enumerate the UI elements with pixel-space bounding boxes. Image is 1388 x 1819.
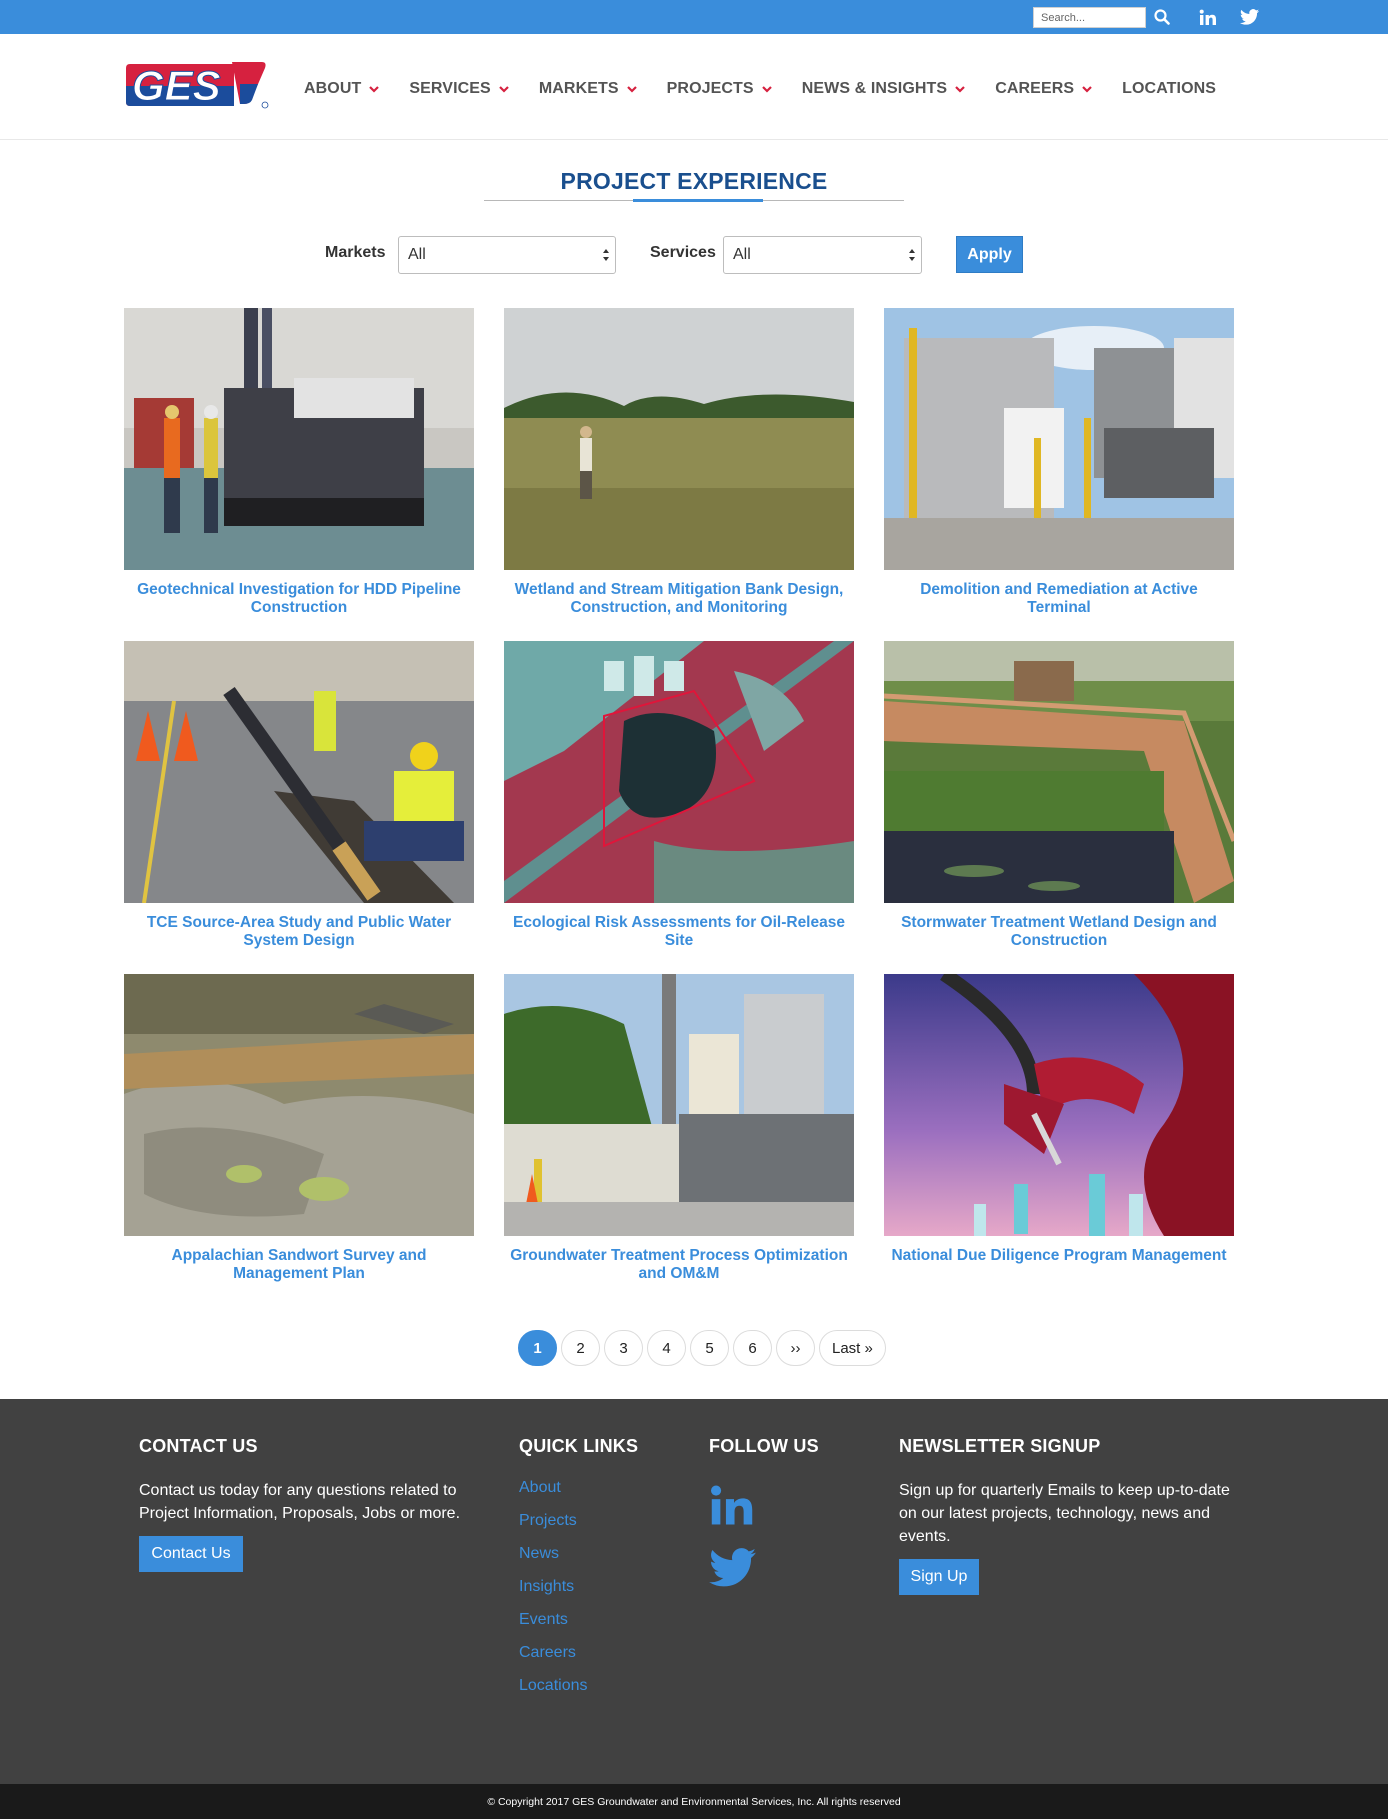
linkedin-icon[interactable]	[1196, 5, 1220, 29]
copyright-bar: © Copyright 2017 GES Groundwater and Env…	[0, 1784, 1388, 1819]
site-header: GES ABOUT SERVICES MARKETS PROJECTS NEWS…	[0, 34, 1388, 140]
project-title[interactable]: Appalachian Sandwort Survey and Manageme…	[124, 1247, 474, 1283]
chevron-down-icon	[499, 85, 509, 93]
footer-link-insights[interactable]: Insights	[519, 1578, 588, 1611]
nav-about[interactable]: ABOUT	[304, 80, 380, 98]
chevron-down-icon	[369, 85, 380, 93]
footer-link-careers[interactable]: Careers	[519, 1644, 588, 1677]
page-6-button[interactable]: 6	[733, 1330, 772, 1366]
page-1-button[interactable]: 1	[518, 1330, 557, 1366]
footer-link-locations[interactable]: Locations	[519, 1677, 588, 1710]
chevron-down-icon	[761, 85, 772, 93]
utility-bar	[0, 0, 1388, 34]
nav-careers[interactable]: CAREERS	[995, 80, 1092, 98]
project-title[interactable]: TCE Source-Area Study and Public Water S…	[124, 914, 474, 950]
nav-news-insights[interactable]: NEWS & INSIGHTS	[802, 80, 966, 98]
linkedin-icon[interactable]	[709, 1484, 755, 1527]
search-icon[interactable]	[1150, 5, 1174, 29]
project-card[interactable]: Wetland and Stream Mitigation Bank Desig…	[504, 308, 854, 617]
chevron-down-icon	[1082, 85, 1092, 93]
project-title[interactable]: National Due Diligence Program Managemen…	[884, 1247, 1234, 1265]
services-select-value: All	[733, 246, 751, 263]
select-arrows-icon	[909, 249, 915, 261]
project-card[interactable]: Stormwater Treatment Wetland Design and …	[884, 641, 1234, 950]
apply-button[interactable]: Apply	[956, 236, 1023, 273]
project-title[interactable]: Demolition and Remediation at Active Ter…	[884, 581, 1234, 617]
nav-locations[interactable]: LOCATIONS	[1122, 80, 1216, 98]
page-5-button[interactable]: 5	[690, 1330, 729, 1366]
pagination: 1 2 3 4 5 6 ›› Last »	[518, 1330, 886, 1366]
quick-links-list: About Projects News Insights Events Care…	[519, 1479, 588, 1710]
main-nav: ABOUT SERVICES MARKETS PROJECTS NEWS & I…	[304, 80, 1246, 98]
footer-link-about[interactable]: About	[519, 1479, 588, 1512]
contact-us-button[interactable]: Contact Us	[139, 1536, 243, 1572]
project-image-treatment-system[interactable]	[504, 974, 854, 1236]
footer-link-events[interactable]: Events	[519, 1611, 588, 1644]
footer-link-projects[interactable]: Projects	[519, 1512, 588, 1545]
project-card[interactable]: TCE Source-Area Study and Public Water S…	[124, 641, 474, 950]
project-image-fuel-nozzle[interactable]	[884, 974, 1234, 1236]
page-title: PROJECT EXPERIENCE	[560, 168, 828, 194]
follow-us-heading: FOLLOW US	[709, 1436, 819, 1456]
nav-services[interactable]: SERVICES	[409, 80, 509, 98]
contact-text: Contact us today for any questions relat…	[139, 1482, 461, 1522]
chevron-down-icon	[955, 85, 965, 93]
chevron-down-icon	[626, 85, 637, 93]
markets-select-value: All	[408, 246, 426, 263]
contact-heading: CONTACT US	[139, 1436, 258, 1456]
markets-select[interactable]: All	[398, 236, 616, 274]
copyright-text: © Copyright 2017 GES Groundwater and Env…	[487, 1795, 901, 1808]
project-card[interactable]: Groundwater Treatment Process Optimizati…	[504, 974, 854, 1283]
project-title[interactable]: Groundwater Treatment Process Optimizati…	[504, 1247, 854, 1283]
quick-links-heading: QUICK LINKS	[519, 1436, 639, 1456]
title-accent-bar	[633, 199, 763, 202]
project-card[interactable]: Demolition and Remediation at Active Ter…	[884, 308, 1234, 617]
twitter-icon[interactable]	[709, 1548, 756, 1587]
page-2-button[interactable]: 2	[561, 1330, 600, 1366]
search-input[interactable]	[1033, 7, 1146, 28]
project-card[interactable]: Geotechnical Investigation for HDD Pipel…	[124, 308, 474, 617]
project-image-rock-outcrop[interactable]	[124, 974, 474, 1236]
footer-link-news[interactable]: News	[519, 1545, 588, 1578]
logo-text: GES	[132, 62, 221, 109]
project-card[interactable]: Appalachian Sandwort Survey and Manageme…	[124, 974, 474, 1283]
project-image-wetland-field[interactable]	[504, 308, 854, 570]
project-card[interactable]: Ecological Risk Assessments for Oil-Rele…	[504, 641, 854, 950]
project-card[interactable]: National Due Diligence Program Managemen…	[884, 974, 1234, 1265]
select-arrows-icon	[603, 249, 609, 261]
project-title[interactable]: Wetland and Stream Mitigation Bank Desig…	[504, 581, 854, 617]
site-footer: CONTACT US Contact us today for any ques…	[0, 1399, 1388, 1784]
nav-projects[interactable]: PROJECTS	[667, 80, 772, 98]
services-select[interactable]: All	[723, 236, 922, 274]
page-3-button[interactable]: 3	[604, 1330, 643, 1366]
project-image-remediation-equipment[interactable]	[884, 308, 1234, 570]
project-title[interactable]: Geotechnical Investigation for HDD Pipel…	[124, 581, 474, 617]
twitter-icon[interactable]	[1237, 5, 1261, 29]
project-image-aerial-infrared[interactable]	[504, 641, 854, 903]
ges-logo[interactable]: GES	[124, 60, 270, 110]
services-filter-label: Services	[650, 244, 716, 261]
nav-markets[interactable]: MARKETS	[539, 80, 637, 98]
project-title[interactable]: Ecological Risk Assessments for Oil-Rele…	[504, 914, 854, 950]
newsletter-text: Sign up for quarterly Emails to keep up-…	[899, 1482, 1230, 1545]
page-4-button[interactable]: 4	[647, 1330, 686, 1366]
project-title[interactable]: Stormwater Treatment Wetland Design and …	[884, 914, 1234, 950]
next-page-button[interactable]: ››	[776, 1330, 815, 1366]
last-page-button[interactable]: Last »	[819, 1330, 886, 1366]
markets-filter-label: Markets	[325, 244, 386, 261]
project-image-water-pipe-install[interactable]	[124, 641, 474, 903]
project-image-drilling-rig[interactable]	[124, 308, 474, 570]
sign-up-button[interactable]: Sign Up	[899, 1559, 979, 1595]
project-image-boardwalk-wetland[interactable]	[884, 641, 1234, 903]
newsletter-heading: NEWSLETTER SIGNUP	[899, 1436, 1101, 1456]
